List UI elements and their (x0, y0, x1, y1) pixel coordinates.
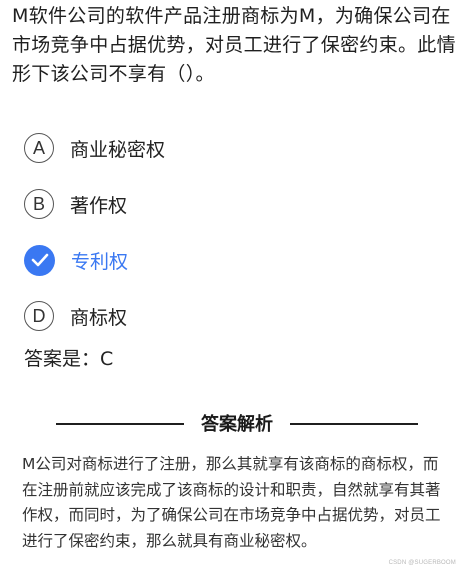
check-icon (24, 244, 55, 276)
divider-left (56, 423, 184, 425)
option-d-letter: D (24, 301, 54, 331)
option-a-letter: A (24, 133, 54, 163)
option-c[interactable]: 专利权 (24, 232, 464, 288)
option-c-label: 专利权 (71, 250, 129, 273)
divider-right (290, 423, 418, 425)
option-d[interactable]: D 商标权 (24, 288, 464, 344)
option-b-label: 著作权 (70, 194, 128, 217)
question-text: M软件公司的软件产品注册商标为M，为确保公司在市场竞争中占据优势，对员工进行了保… (12, 5, 456, 85)
option-d-label: 商标权 (70, 306, 128, 329)
options-list: A 商业秘密权 B 著作权 专利权 D 商标权 (24, 120, 464, 344)
option-a-label: 商业秘密权 (70, 138, 166, 161)
watermark: CSDN @SUGERBOOM (388, 560, 456, 566)
answer-text: 答案是：C (24, 348, 114, 370)
analysis-title: 答案解析 (201, 414, 273, 435)
option-a[interactable]: A 商业秘密权 (24, 120, 464, 176)
analysis-header: 答案解析 (0, 408, 474, 438)
option-b-letter: B (24, 189, 54, 219)
analysis-text: M公司对商标进行了注册，那么其就享有该商标的商标权，而在注册前就应该完成了该商标… (22, 455, 441, 550)
option-b[interactable]: B 著作权 (24, 176, 464, 232)
